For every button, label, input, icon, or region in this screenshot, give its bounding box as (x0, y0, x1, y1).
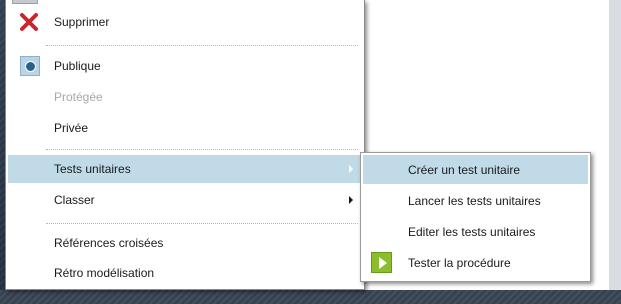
menu-item-retro-modelisation[interactable]: Rétro modélisation (8, 259, 362, 287)
submenu-arrow-icon (349, 165, 353, 173)
submenu-item-label: Créer un test unitaire (408, 162, 521, 177)
menu-item-publique[interactable]: Publique (8, 52, 362, 80)
menu-separator (46, 149, 358, 150)
play-icon (371, 252, 392, 273)
context-menu: Supprimer Publique Protégée Privée Tests… (5, 0, 365, 290)
delete-x-icon (18, 11, 40, 33)
menu-item-label: Publique (54, 59, 101, 73)
background-window-edge (609, 0, 621, 290)
submenu-item-label: Tester la procédure (408, 255, 511, 270)
menu-item-privee[interactable]: Privée (8, 114, 362, 142)
menu-item-references-croisees[interactable]: Références croisées (8, 229, 362, 257)
menu-item-label: Classer (54, 193, 95, 207)
submenu-item-tester-procedure[interactable]: Tester la procédure (363, 248, 588, 277)
menu-item-classer[interactable]: Classer (8, 186, 362, 214)
menu-item-label: Privée (54, 121, 89, 135)
tests-unitaires-submenu: Créer un test unitaire Lancer les tests … (360, 152, 591, 282)
previous-item-icon (12, 0, 38, 4)
submenu-arrow-icon (349, 196, 353, 204)
menu-item-label: Références croisées (54, 236, 164, 250)
menu-separator (46, 223, 358, 224)
menu-item-label: Protégée (54, 90, 103, 104)
submenu-item-lancer-tests[interactable]: Lancer les tests unitaires (363, 186, 588, 215)
menu-item-label: Tests unitaires (54, 162, 131, 176)
menu-item-protegee: Protégée (8, 83, 362, 111)
menu-item-supprimer[interactable]: Supprimer (8, 8, 362, 36)
menu-item-tests-unitaires[interactable]: Tests unitaires (8, 155, 362, 183)
submenu-item-editer-tests[interactable]: Editer les tests unitaires (363, 217, 588, 246)
taskbar-edge (0, 290, 621, 304)
menu-item-label: Rétro modélisation (54, 266, 155, 280)
radio-selected-icon (20, 56, 40, 76)
submenu-item-creer-test[interactable]: Créer un test unitaire (363, 155, 588, 184)
menu-item-label: Supprimer (54, 15, 110, 29)
menu-separator (46, 45, 358, 46)
submenu-item-label: Lancer les tests unitaires (408, 193, 541, 208)
submenu-item-label: Editer les tests unitaires (408, 224, 536, 239)
